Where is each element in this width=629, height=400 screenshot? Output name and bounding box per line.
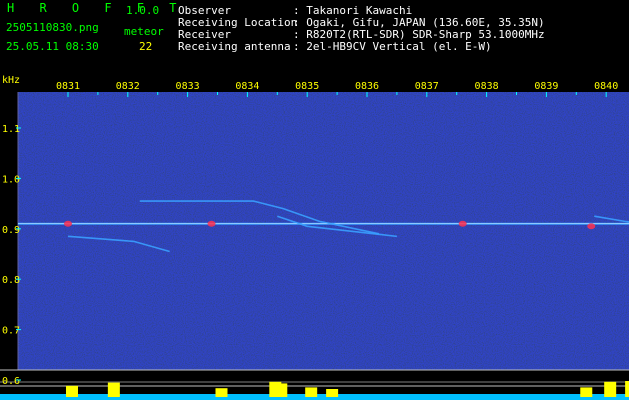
activity-bar — [305, 387, 318, 397]
activity-bar — [107, 382, 120, 397]
activity-bar — [604, 381, 617, 397]
x-tick-label: 0840 — [594, 81, 618, 92]
y-axis-unit: kHz — [2, 75, 20, 86]
x-tick-label: 0837 — [415, 81, 439, 92]
x-tick-label: 0831 — [56, 81, 80, 92]
meteor-burst — [587, 223, 596, 230]
activity-bar — [275, 383, 288, 397]
x-tick-label: 0836 — [355, 81, 379, 92]
activity-bar — [580, 387, 593, 397]
y-tick-label: 1.1 — [2, 124, 20, 135]
x-tick-label: 0839 — [534, 81, 558, 92]
y-tick-label: 0.7 — [2, 326, 20, 337]
x-tick-label: 0835 — [295, 81, 319, 92]
x-tick-label: 0832 — [116, 81, 140, 92]
y-tick-label: 1.0 — [2, 174, 20, 185]
meteor-burst — [207, 220, 216, 227]
activity-bar — [65, 385, 78, 397]
activity-bar — [625, 381, 629, 397]
x-tick-label: 0833 — [176, 81, 200, 92]
x-tick-label: 0838 — [475, 81, 499, 92]
y-tick-label: 0.8 — [2, 275, 20, 286]
spectrogram-chart: kHz 0831 0832 0833 0834 0835 0836 0837 0838 0839… — [0, 75, 629, 400]
activity-bar — [326, 389, 339, 397]
meteor-burst — [458, 220, 467, 227]
activity-bar — [215, 388, 228, 397]
meteor-burst — [64, 220, 72, 227]
x-tick-label: 0834 — [235, 81, 259, 92]
spectrogram-noise — [18, 92, 629, 370]
y-tick-label: 0.9 — [2, 225, 20, 236]
y-tick-label: 0.6 — [2, 376, 20, 387]
